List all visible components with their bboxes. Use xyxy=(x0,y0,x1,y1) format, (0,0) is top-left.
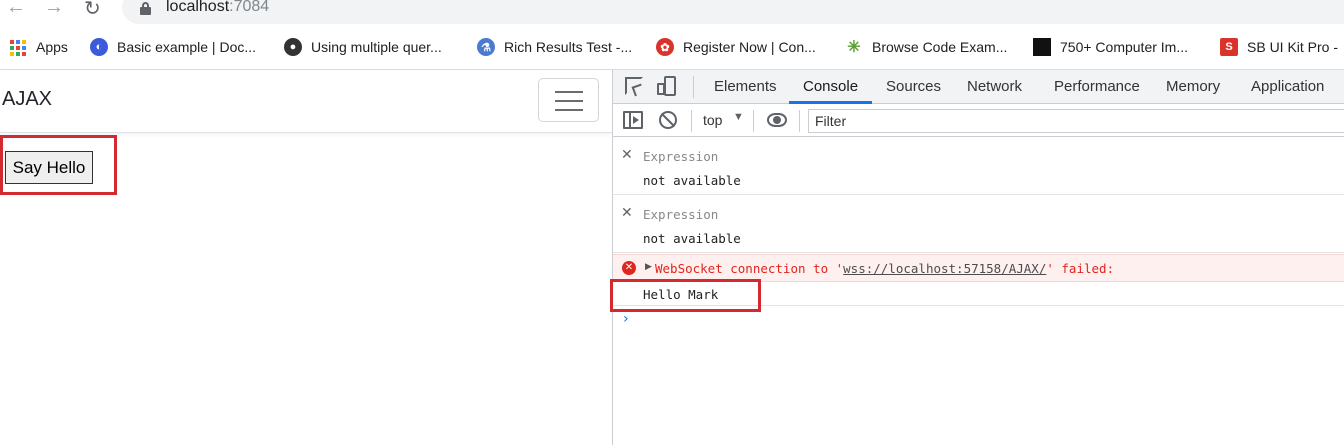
back-arrow-icon[interactable]: ← xyxy=(6,0,26,19)
page-viewport: AJAX Say Hello xyxy=(0,70,612,445)
bookmark-label: Using multiple quer... xyxy=(311,39,442,55)
navbar: AJAX xyxy=(0,70,612,133)
tab-performance[interactable]: Performance xyxy=(1054,78,1140,95)
reload-icon[interactable]: ↻ xyxy=(84,0,101,21)
hamburger-line xyxy=(555,109,583,111)
console-toolbar: top ▼ xyxy=(613,104,1344,137)
toolbar-divider xyxy=(691,110,692,132)
live-expression: ✕ Expression not available xyxy=(613,137,1344,195)
hamburger-line xyxy=(555,91,583,93)
toolbar-divider xyxy=(799,110,800,132)
bookmark-register-now[interactable]: ✿ Register Now | Con... xyxy=(656,34,816,60)
clear-console-icon[interactable] xyxy=(659,111,677,129)
url-text[interactable]: localhost:7084 xyxy=(166,0,269,16)
show-sidebar-icon[interactable] xyxy=(623,111,643,129)
bookmark-label: 750+ Computer Im... xyxy=(1060,39,1189,55)
tab-console[interactable]: Console xyxy=(803,78,858,95)
error-prefix: WebSocket connection to ' xyxy=(655,261,844,276)
circle-blue-icon: ◐ xyxy=(90,38,108,56)
url-host: localhost xyxy=(166,0,230,15)
devtools-panel: Elements Console Sources Network Perform… xyxy=(610,70,1344,445)
expand-triangle-icon[interactable]: ▶ xyxy=(645,262,652,272)
console-output: ✕ Expression not available ✕ Expression … xyxy=(610,137,1344,445)
close-icon[interactable]: ✕ xyxy=(621,205,633,221)
forward-arrow-icon[interactable]: → xyxy=(44,0,64,19)
bookmark-browse-code[interactable]: ✳ Browse Code Exam... xyxy=(845,34,1007,60)
expression-value: not available xyxy=(643,173,741,188)
console-prompt-icon[interactable]: › xyxy=(623,311,629,327)
context-selector[interactable]: top xyxy=(703,112,722,128)
tab-application[interactable]: Application xyxy=(1251,78,1324,95)
bookmark-label: Browse Code Exam... xyxy=(872,39,1008,55)
address-bar[interactable]: localhost:7084 xyxy=(122,0,1344,24)
device-toolbar-icon[interactable] xyxy=(657,76,677,96)
tab-sources[interactable]: Sources xyxy=(886,78,941,95)
tab-network[interactable]: Network xyxy=(967,78,1022,95)
bookmark-label: SB UI Kit Pro - xyxy=(1247,39,1339,55)
live-expression: ✕ Expression not available xyxy=(613,195,1344,253)
highlight-box-log xyxy=(610,279,761,312)
tab-memory[interactable]: Memory xyxy=(1166,78,1220,95)
bookmark-multiple-queries[interactable]: ● Using multiple quer... xyxy=(284,34,442,60)
expression-label[interactable]: Expression xyxy=(643,207,718,222)
navbar-brand[interactable]: AJAX xyxy=(2,88,52,111)
apps-grid-icon xyxy=(8,38,26,56)
error-suffix: ' failed: xyxy=(1046,261,1115,276)
live-expression-eye-icon[interactable] xyxy=(767,113,787,127)
devtools-tab-bar: Elements Console Sources Network Perform… xyxy=(613,70,1344,104)
bookmark-label: Rich Results Test -... xyxy=(504,39,633,55)
bookmark-sb-ui-kit[interactable]: S SB UI Kit Pro - xyxy=(1220,34,1338,60)
bookmark-computer-images[interactable]: 750+ Computer Im... xyxy=(1033,34,1188,60)
caret-down-icon[interactable]: ▼ xyxy=(733,111,744,123)
inspect-element-icon[interactable] xyxy=(625,77,643,95)
tester-icon: ⚗ xyxy=(477,38,495,56)
browser-toolbar: ← → ↻ localhost:7084 xyxy=(0,0,1344,26)
navbar-toggler-button[interactable] xyxy=(538,78,599,122)
error-url-link[interactable]: wss://localhost:57158/AJAX/ xyxy=(843,261,1046,276)
console-filter-input[interactable] xyxy=(808,109,1344,133)
url-port: :7084 xyxy=(229,0,270,15)
red-badge-icon: ✿ xyxy=(656,38,674,56)
bookmark-label: Apps xyxy=(36,39,68,55)
error-text: WebSocket connection to 'wss://localhost… xyxy=(655,261,1114,276)
ninja-icon: ● xyxy=(284,38,302,56)
hamburger-line xyxy=(555,100,583,102)
bookmark-apps[interactable]: Apps xyxy=(8,34,68,60)
expression-value: not available xyxy=(643,231,741,246)
bookmarks-bar: Apps ◐ Basic example | Doc... ● Using mu… xyxy=(0,34,1344,60)
unsplash-icon xyxy=(1033,38,1051,56)
console-error-message: ✕ ▶ WebSocket connection to 'wss://local… xyxy=(613,254,1344,282)
s-logo-icon: S xyxy=(1220,38,1238,56)
close-icon[interactable]: ✕ xyxy=(621,147,633,163)
say-hello-button[interactable]: Say Hello xyxy=(5,151,93,184)
bookmark-label: Basic example | Doc... xyxy=(117,39,257,55)
lock-icon[interactable] xyxy=(140,2,151,15)
error-icon: ✕ xyxy=(622,261,636,275)
bookmark-label: Register Now | Con... xyxy=(683,39,816,55)
bookmark-basic-example[interactable]: ◐ Basic example | Doc... xyxy=(90,34,256,60)
bookmark-rich-results[interactable]: ⚗ Rich Results Test -... xyxy=(477,34,632,60)
spark-icon: ✳ xyxy=(847,39,861,56)
tab-elements[interactable]: Elements xyxy=(714,78,777,95)
expression-label[interactable]: Expression xyxy=(643,149,718,164)
toolbar-divider xyxy=(753,110,754,132)
toolbar-divider xyxy=(693,76,694,98)
